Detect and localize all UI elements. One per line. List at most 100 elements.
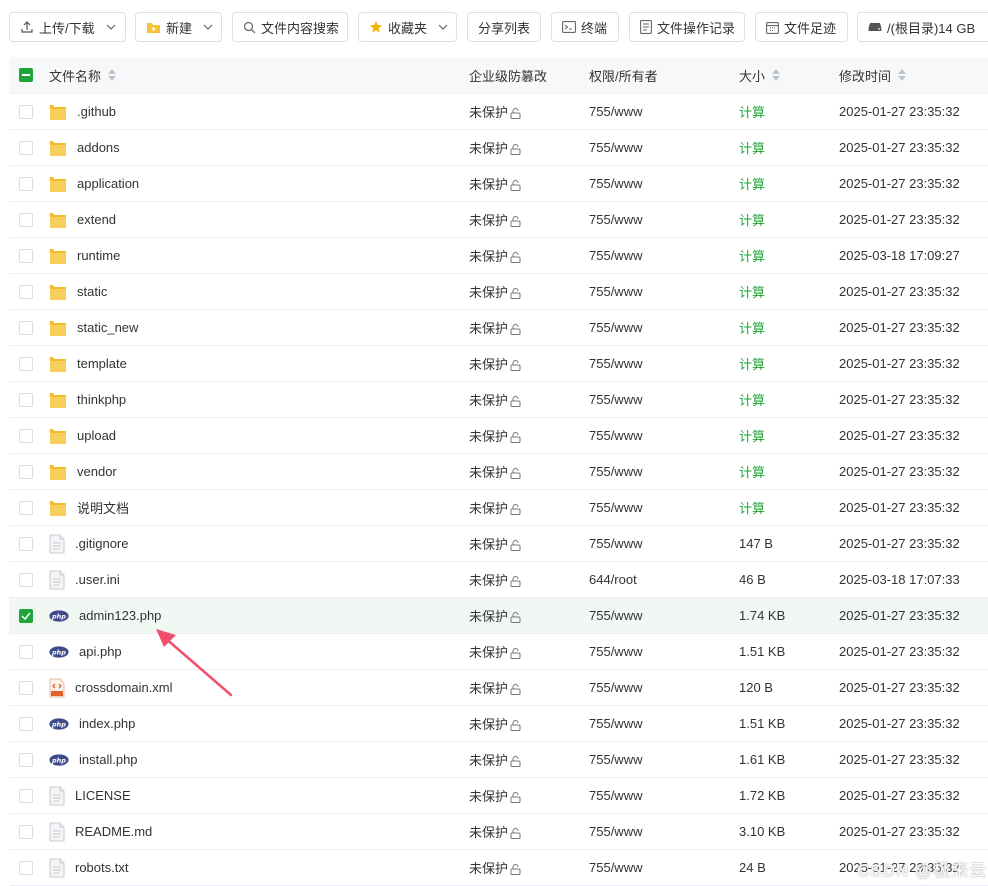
- perm-cell[interactable]: 755/www: [589, 238, 642, 273]
- file-name[interactable]: application: [77, 176, 139, 191]
- perm-cell[interactable]: 755/www: [589, 202, 642, 237]
- permission[interactable]: 755/www: [589, 500, 642, 515]
- row-checkbox[interactable]: [19, 716, 33, 731]
- protect-cell[interactable]: 未保护: [469, 670, 521, 705]
- protect-cell[interactable]: 未保护: [469, 274, 521, 309]
- file-name-cell[interactable]: application: [49, 166, 139, 201]
- size-cell[interactable]: 计算: [739, 418, 765, 453]
- table-row[interactable]: robots.txt 未保护 755/www 24 B 2025-01-27 23:35…: [9, 850, 988, 886]
- perm-cell[interactable]: 755/www: [589, 166, 642, 201]
- upload-download-button[interactable]: 上传/下载: [9, 12, 126, 42]
- row-checkbox[interactable]: [19, 500, 33, 515]
- file-name[interactable]: api.php: [79, 644, 122, 659]
- file-name[interactable]: extend: [77, 212, 116, 227]
- perm-cell[interactable]: 755/www: [589, 850, 642, 885]
- permission[interactable]: 755/www: [589, 788, 642, 803]
- file-name[interactable]: template: [77, 356, 127, 371]
- file-name[interactable]: robots.txt: [75, 860, 128, 875]
- permission[interactable]: 755/www: [589, 536, 642, 551]
- table-row[interactable]: thinkphp 未保护 755/www 计算 2025-01-27 23:35:32: [9, 382, 988, 418]
- perm-cell[interactable]: 755/www: [589, 670, 642, 705]
- permission[interactable]: 644/root: [589, 572, 637, 587]
- protect-cell[interactable]: 未保护: [469, 418, 521, 453]
- row-checkbox[interactable]: [19, 176, 33, 191]
- protect-cell[interactable]: 未保护: [469, 346, 521, 381]
- row-checkbox[interactable]: [19, 680, 33, 695]
- protect-cell[interactable]: 未保护: [469, 634, 521, 669]
- file-name[interactable]: install.php: [79, 752, 138, 767]
- table-row[interactable]: upload 未保护 755/www 计算 2025-01-27 23:35:32: [9, 418, 988, 454]
- perm-cell[interactable]: 755/www: [589, 94, 642, 129]
- share-list-button[interactable]: 分享列表: [467, 12, 541, 42]
- file-name-cell[interactable]: php admin123.php: [49, 598, 161, 633]
- row-checkbox[interactable]: [19, 212, 33, 227]
- permission[interactable]: 755/www: [589, 464, 642, 479]
- perm-cell[interactable]: 755/www: [589, 526, 642, 561]
- size-cell[interactable]: 计算: [739, 274, 765, 309]
- disk-button[interactable]: /(根目录)14 GB: [857, 12, 988, 42]
- file-log-button[interactable]: 文件操作记录: [629, 12, 745, 42]
- row-checkbox[interactable]: [19, 392, 33, 407]
- file-name-cell[interactable]: addons: [49, 130, 120, 165]
- permission[interactable]: 755/www: [589, 176, 642, 191]
- protect-cell[interactable]: 未保护: [469, 490, 521, 525]
- permission[interactable]: 755/www: [589, 284, 642, 299]
- protect-cell[interactable]: 未保护: [469, 778, 521, 813]
- table-row[interactable]: extend 未保护 755/www 计算 2025-01-27 23:35:32: [9, 202, 988, 238]
- table-row[interactable]: LICENSE 未保护 755/www 1.72 KB 2025-01-27 23:35…: [9, 778, 988, 814]
- calculate-size-link[interactable]: 计算: [739, 498, 765, 517]
- file-name-cell[interactable]: 说明文档: [49, 490, 129, 525]
- table-row[interactable]: 说明文档 未保护 755/www 计算 2025-01-27 23:35:32: [9, 490, 988, 526]
- file-name[interactable]: vendor: [77, 464, 117, 479]
- protect-cell[interactable]: 未保护: [469, 202, 521, 237]
- permission[interactable]: 755/www: [589, 320, 642, 335]
- content-search-button[interactable]: 文件内容搜索: [232, 12, 348, 42]
- new-button[interactable]: 新建: [135, 12, 222, 42]
- file-name-cell[interactable]: thinkphp: [49, 382, 126, 417]
- perm-cell[interactable]: 755/www: [589, 742, 642, 777]
- file-name[interactable]: admin123.php: [79, 608, 161, 623]
- permission[interactable]: 755/www: [589, 212, 642, 227]
- row-checkbox[interactable]: [19, 464, 33, 479]
- file-name[interactable]: runtime: [77, 248, 120, 263]
- permission[interactable]: 755/www: [589, 752, 642, 767]
- calculate-size-link[interactable]: 计算: [739, 354, 765, 373]
- protect-cell[interactable]: 未保护: [469, 562, 521, 597]
- protect-cell[interactable]: 未保护: [469, 706, 521, 741]
- select-all-checkbox[interactable]: [19, 68, 33, 82]
- permission[interactable]: 755/www: [589, 248, 642, 263]
- file-name[interactable]: .gitignore: [75, 536, 128, 551]
- file-name-cell[interactable]: README.md: [49, 814, 152, 849]
- table-row[interactable]: README.md 未保护 755/www 3.10 KB 2025-01-27 23:…: [9, 814, 988, 850]
- permission[interactable]: 755/www: [589, 680, 642, 695]
- file-name[interactable]: index.php: [79, 716, 135, 731]
- row-checkbox[interactable]: [19, 752, 33, 767]
- perm-cell[interactable]: 755/www: [589, 454, 642, 489]
- file-name-cell[interactable]: robots.txt: [49, 850, 128, 885]
- calculate-size-link[interactable]: 计算: [739, 210, 765, 229]
- calculate-size-link[interactable]: 计算: [739, 246, 765, 265]
- permission[interactable]: 755/www: [589, 824, 642, 839]
- table-row[interactable]: application 未保护 755/www 计算 2025-01-27 23:35:…: [9, 166, 988, 202]
- table-row[interactable]: static 未保护 755/www 计算 2025-01-27 23:35:32: [9, 274, 988, 310]
- calculate-size-link[interactable]: 计算: [739, 174, 765, 193]
- size-cell[interactable]: 计算: [739, 310, 765, 345]
- file-name-cell[interactable]: runtime: [49, 238, 120, 273]
- table-row[interactable]: .github 未保护 755/www 计算 2025-01-27 23:35:32: [9, 94, 988, 130]
- protect-cell[interactable]: 未保护: [469, 94, 521, 129]
- file-name-cell[interactable]: vendor: [49, 454, 117, 489]
- file-name[interactable]: upload: [77, 428, 116, 443]
- perm-cell[interactable]: 755/www: [589, 706, 642, 741]
- size-cell[interactable]: 计算: [739, 166, 765, 201]
- row-checkbox[interactable]: [19, 248, 33, 263]
- protect-cell[interactable]: 未保护: [469, 130, 521, 165]
- table-row[interactable]: addons 未保护 755/www 计算 2025-01-27 23:35:32: [9, 130, 988, 166]
- permission[interactable]: 755/www: [589, 608, 642, 623]
- file-name-cell[interactable]: .user.ini: [49, 562, 120, 597]
- row-checkbox[interactable]: [19, 572, 33, 587]
- size-cell[interactable]: 计算: [739, 490, 765, 525]
- permission[interactable]: 755/www: [589, 104, 642, 119]
- size-cell[interactable]: 计算: [739, 346, 765, 381]
- row-checkbox[interactable]: [19, 824, 33, 839]
- permission[interactable]: 755/www: [589, 392, 642, 407]
